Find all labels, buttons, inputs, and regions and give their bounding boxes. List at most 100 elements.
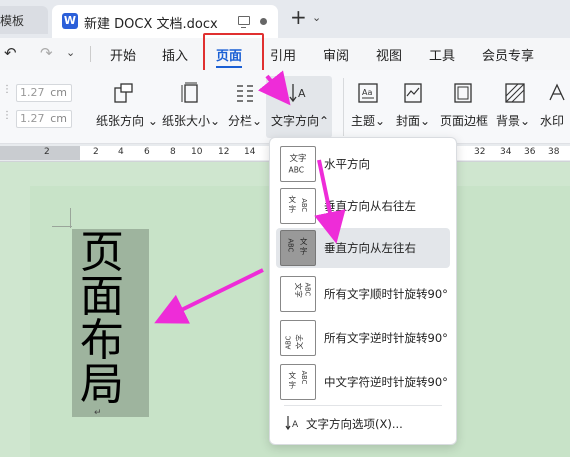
ruler-number: 38 [548,147,560,157]
dropdown-item-rotate-cw[interactable]: 文字 ABC 所有文字顺时针旋转90° [276,274,450,314]
paper-orientation-icon[interactable] [112,82,134,104]
unsaved-dot-icon[interactable] [260,18,267,25]
columns-icon[interactable] [234,82,256,104]
dropdown-item-label: 所有文字顺时针旋转90° [324,287,448,301]
svg-text:Aa: Aa [362,88,372,97]
ruler-number: 12 [218,147,230,157]
chevron-down-icon: ⌄ [210,114,221,128]
vertical-char: 局 [80,359,124,410]
crop-mark [70,208,71,228]
text-direction-button[interactable]: 文字方向⌃ [271,112,329,129]
theme-icon[interactable]: Aa [357,82,379,104]
dropdown-item-label: 中文字符逆时针旋转90° [324,375,448,389]
undo-icon[interactable]: ↶ [4,44,17,62]
text-direction-options-icon[interactable]: A [284,414,302,432]
margin-bottom-field[interactable]: ⋮ 1.27 cm [0,108,80,128]
monitor-icon[interactable] [238,16,250,28]
quick-access-chevron-icon[interactable]: ⌄ [66,46,75,59]
ribbon-separator [343,78,344,136]
tab-template-label: 模板 [0,14,25,28]
svg-text:文: 文 [289,370,297,380]
dropdown-item-horizontal[interactable]: 文字 ABC 水平方向 [276,144,450,184]
cover-button[interactable]: 封面⌄ [396,112,430,129]
menu-insert[interactable]: 插入 [162,45,188,64]
menu-start[interactable]: 开始 [110,45,136,64]
paper-size-button[interactable]: 纸张大小⌄ [162,112,220,129]
margin-top-input[interactable]: 1.27 cm [16,84,72,102]
watermark-icon[interactable] [546,82,568,104]
chevron-down-icon: ⌄ [420,114,431,128]
menu-bar: ↶ ↷ ⌄ 开始 插入 页面 引用 审阅 视图 工具 会员专享 [0,38,570,70]
chevron-down-icon: ⌄ [520,114,531,128]
svg-text:字: 字 [289,380,297,390]
ribbon: ⋮ 1.27 cm ⋮ 1.27 cm 纸张方向 ⌄ 纸张大小⌄ 分栏⌄ A 文字方… [0,70,570,144]
theme-label: 主题 [351,114,376,128]
paper-orientation-button[interactable]: 纸张方向 ⌄ [96,112,158,129]
ruler-number: 34 [500,147,512,157]
vertical-char: 布 [80,315,124,366]
background-button[interactable]: 背景⌄ [496,112,530,129]
ruler-number: 8 [170,147,176,157]
dropdown-item-rotate-ccw[interactable]: ABC 文字 所有文字逆时针旋转90° [276,318,450,358]
background-icon[interactable] [504,82,526,104]
chevron-down-icon: ⌄ [252,114,263,128]
page-border-icon[interactable] [452,82,474,104]
margin-top-field[interactable]: ⋮ 1.27 cm [0,82,80,102]
ruler-number: 32 [474,147,486,157]
vertical-ltr-icon: ABC 文 字 [280,230,316,266]
chevron-down-icon: ⌄ [147,114,158,128]
tab-template[interactable]: 模板 [0,6,48,34]
background-label: 背景 [496,114,521,128]
horizontal-text-icon: 文字 ABC [280,146,316,182]
tab-menu-chevron-icon[interactable]: ⌄ [312,11,321,24]
svg-text:文字: 文字 [294,334,304,350]
ruler-number: 36 [524,147,536,157]
menu-separator [90,46,91,62]
selected-vertical-text[interactable]: 页 面 布 局 [72,229,149,417]
page-border-button[interactable]: 页面边框 [440,112,488,129]
paper-orientation-label: 纸张方向 [96,114,145,128]
menu-review[interactable]: 审阅 [323,45,349,64]
dropdown-item-label: 所有文字逆时针旋转90° [324,331,448,345]
dropdown-item-vertical-ltr[interactable]: ABC 文 字 垂直方向从左往右 [276,228,450,268]
columns-button[interactable]: 分栏⌄ [228,112,262,129]
svg-text:ABC: ABC [284,335,292,349]
menu-references[interactable]: 引用 [270,45,296,64]
dropdown-item-label: 垂直方向从左往右 [324,241,416,255]
svg-text:ABC: ABC [300,198,308,212]
text-direction-options-item[interactable]: 文字方向选项(X)... [306,416,403,432]
chevron-up-icon: ⌃ [319,114,330,128]
svg-text:ABC: ABC [289,166,304,175]
dropdown-item-cjk-rotate-ccw[interactable]: 文 字 ABC 中文字符逆时针旋转90° [276,362,450,402]
ruler-number: 10 [191,147,203,157]
menu-view[interactable]: 视图 [376,45,402,64]
new-tab-plus-icon[interactable]: + [290,7,307,27]
crop-mark [52,226,72,227]
margin-bottom-input[interactable]: 1.27 cm [16,110,72,128]
text-direction-dropdown: 文字 ABC 水平方向 文 字 ABC 垂直方向从右往左 ABC 文 字 垂直方… [269,137,457,445]
svg-text:ABC: ABC [287,239,295,253]
watermark-button[interactable]: 水印 [540,112,564,129]
dropdown-item-vertical-rtl[interactable]: 文 字 ABC 垂直方向从右往左 [276,186,450,226]
ruler-number: 14 [244,147,256,157]
paper-size-icon[interactable] [180,82,202,104]
chevron-down-icon: ⌄ [375,114,386,128]
margin-bottom-unit: cm [50,112,67,125]
text-direction-icon[interactable]: A [288,82,310,104]
paper-size-label: 纸张大小 [162,114,211,128]
theme-button[interactable]: 主题⌄ [351,112,385,129]
columns-label: 分栏 [228,114,253,128]
svg-text:文字: 文字 [294,283,304,299]
margin-bottom-label-icon: ⋮ [2,110,12,121]
cover-label: 封面 [396,114,421,128]
cover-icon[interactable] [402,82,424,104]
ruler-number: 2 [93,147,99,157]
ruler-margin-shade [0,146,80,160]
ruler-number: 6 [144,147,150,157]
redo-icon[interactable]: ↷ [40,44,53,62]
svg-text:A: A [298,87,306,100]
margin-top-unit: cm [50,86,67,99]
ruler-number: 4 [118,147,124,157]
menu-member[interactable]: 会员专享 [482,45,534,64]
menu-tools[interactable]: 工具 [429,45,455,64]
